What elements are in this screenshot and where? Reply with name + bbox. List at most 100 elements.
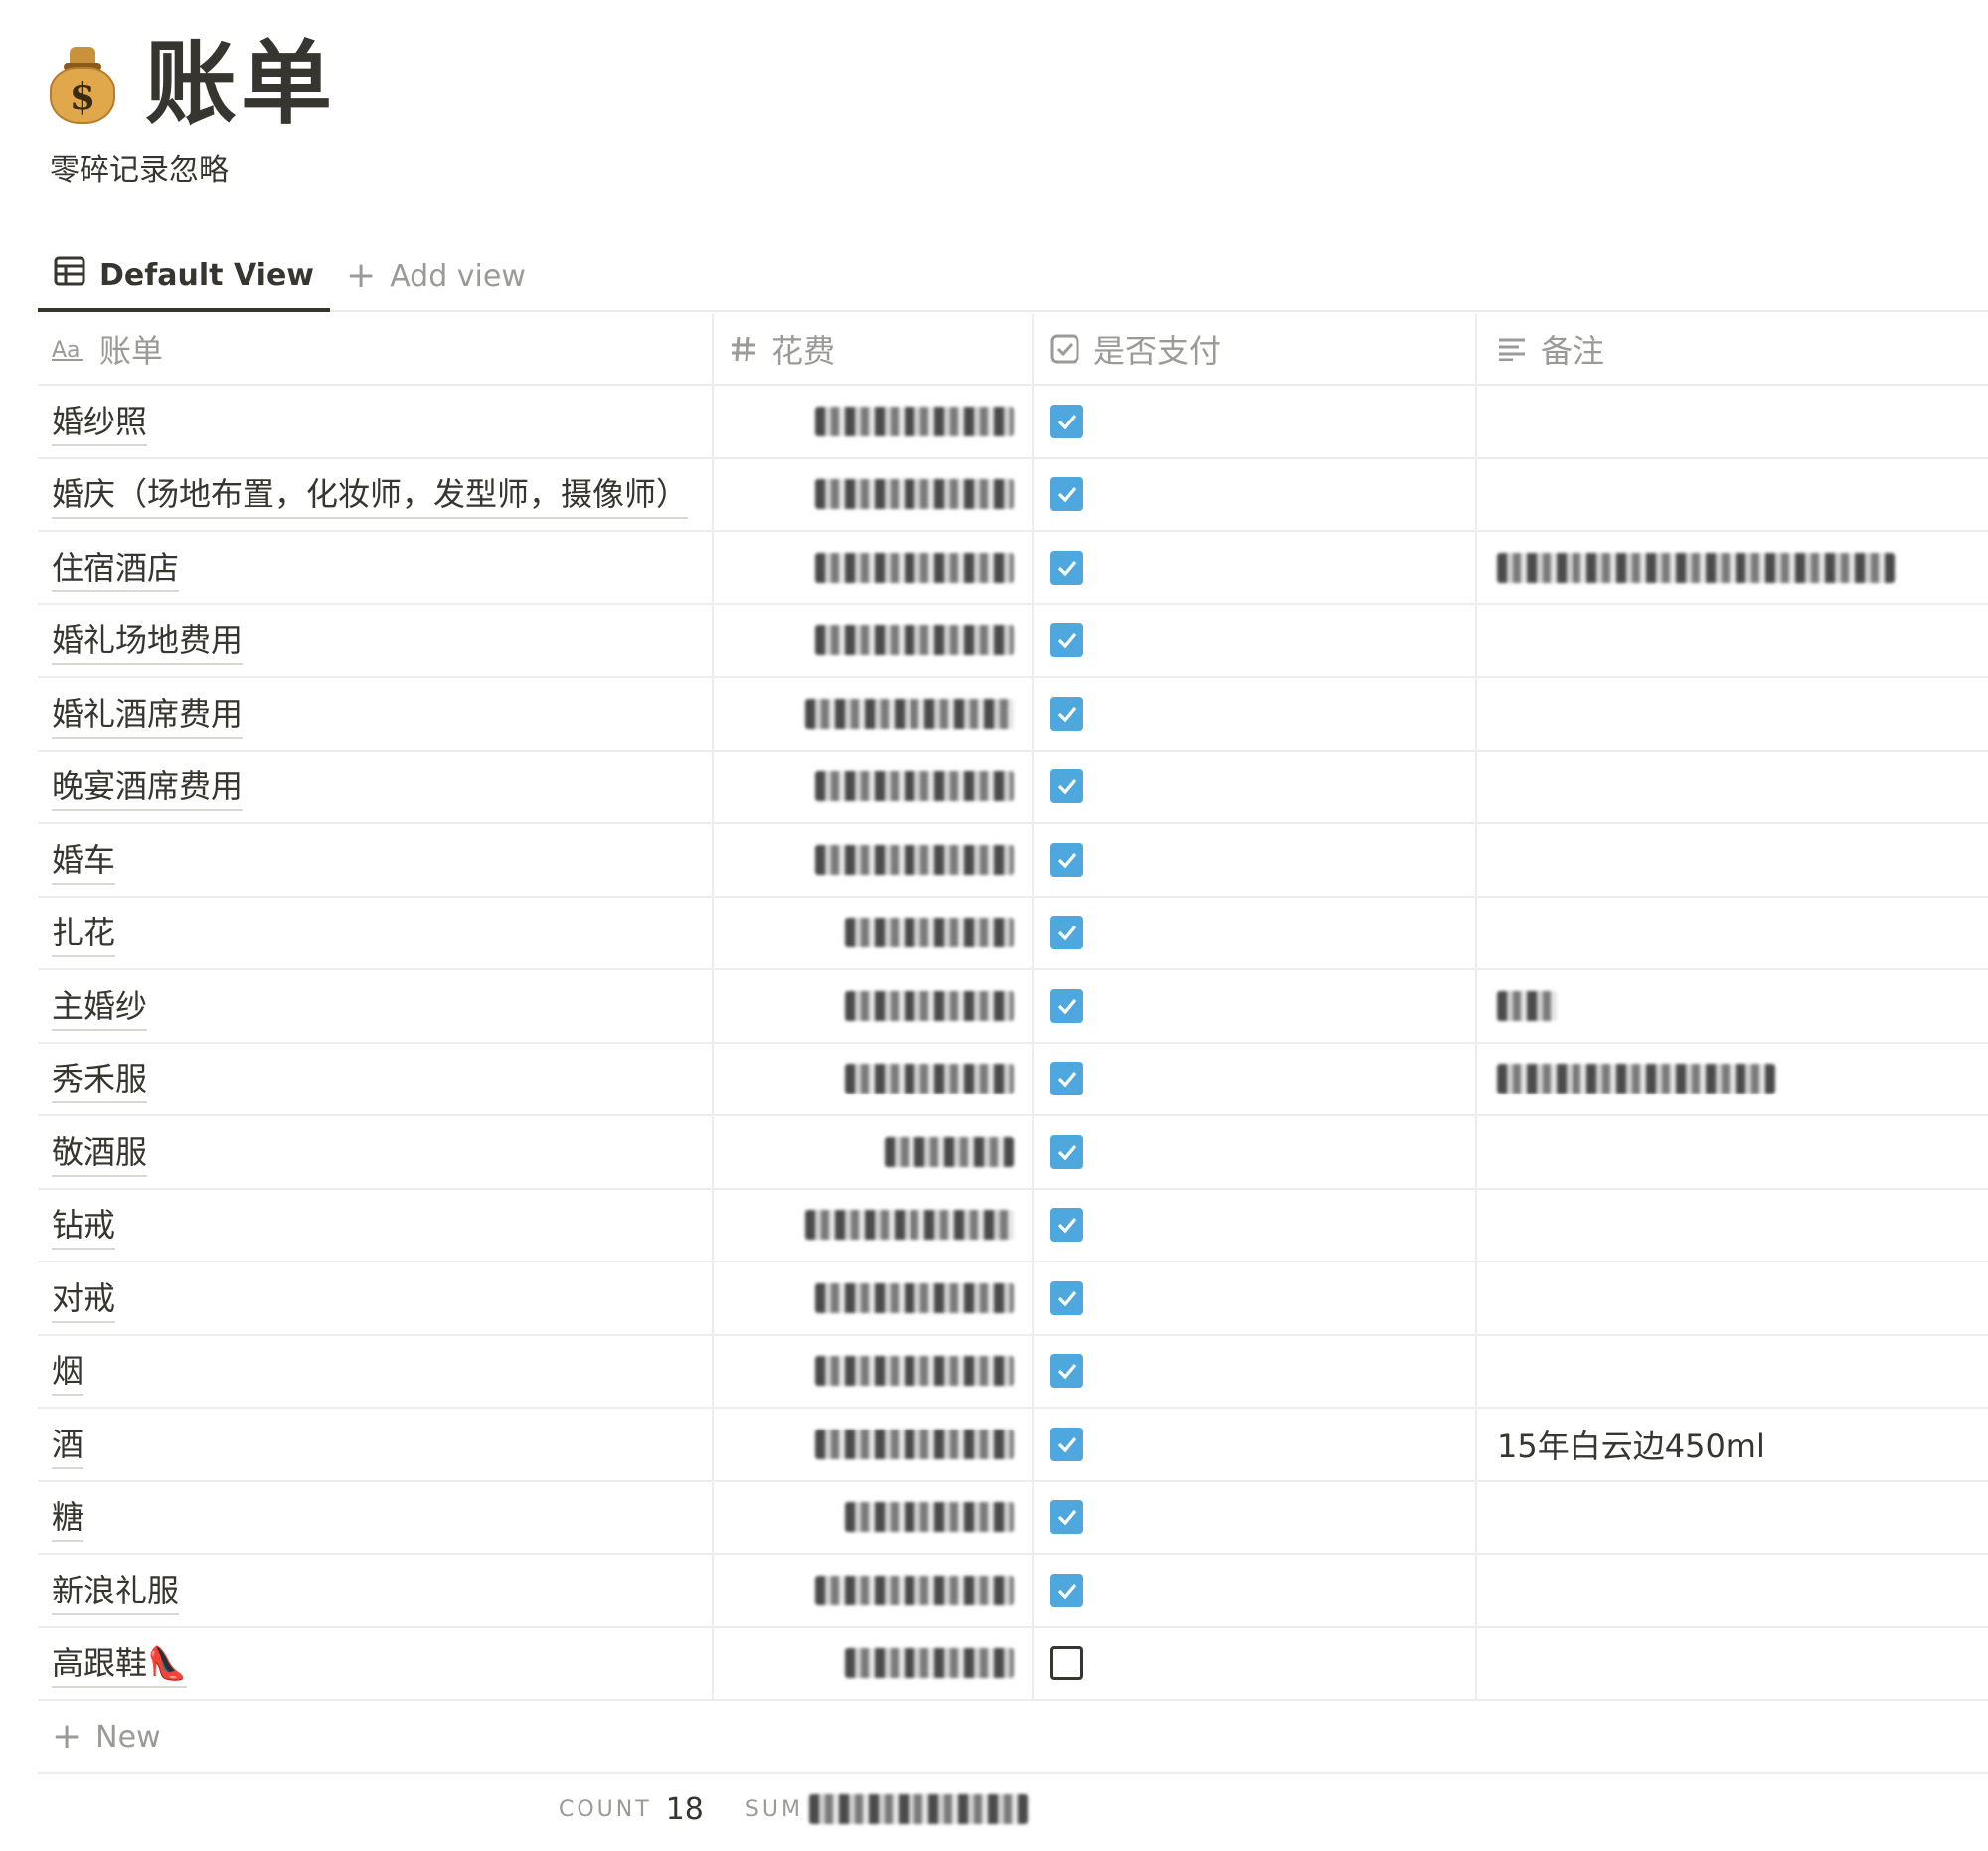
checked-checkbox[interactable] bbox=[1050, 477, 1083, 512]
checked-checkbox[interactable] bbox=[1050, 1134, 1083, 1169]
cell-name[interactable]: 住宿酒店 bbox=[38, 532, 714, 603]
money-bag-icon[interactable]: $ bbox=[50, 43, 115, 126]
cell-note[interactable] bbox=[1477, 1336, 1988, 1408]
cell-name[interactable]: 扎花 bbox=[38, 897, 714, 968]
checked-checkbox[interactable] bbox=[1050, 1280, 1083, 1315]
table-row[interactable]: 秀禾服 bbox=[38, 1043, 1988, 1116]
cell-name[interactable]: 婚礼场地费用 bbox=[38, 604, 714, 676]
cell-cost[interactable] bbox=[714, 604, 1034, 676]
table-row[interactable]: 扎花 bbox=[38, 897, 1988, 970]
checked-checkbox[interactable] bbox=[1050, 550, 1083, 585]
checked-checkbox[interactable] bbox=[1050, 842, 1083, 877]
checked-checkbox[interactable] bbox=[1050, 1208, 1083, 1243]
checked-checkbox[interactable] bbox=[1050, 916, 1083, 950]
table-row[interactable]: 钻戒 bbox=[38, 1189, 1988, 1262]
sum-calculation[interactable]: SUM bbox=[746, 1794, 1028, 1824]
checked-checkbox[interactable] bbox=[1050, 1354, 1083, 1389]
cell-cost[interactable] bbox=[714, 751, 1034, 822]
checked-checkbox[interactable] bbox=[1050, 769, 1083, 804]
table-row[interactable]: 婚车 bbox=[38, 824, 1988, 898]
table-row[interactable]: 婚庆（场地布置，化妆师，发型师，摄像师） bbox=[38, 458, 1988, 532]
table-row[interactable]: 婚礼酒席费用 bbox=[38, 678, 1988, 752]
table-row[interactable]: 敬酒服 bbox=[38, 1116, 1988, 1190]
cell-name[interactable]: 高跟鞋👠 bbox=[38, 1627, 714, 1699]
cell-cost[interactable] bbox=[714, 897, 1034, 968]
cell-note[interactable] bbox=[1477, 532, 1988, 603]
checked-checkbox[interactable] bbox=[1050, 1062, 1083, 1096]
table-row[interactable]: 高跟鞋👠 bbox=[38, 1627, 1988, 1701]
cell-cost[interactable] bbox=[714, 1481, 1034, 1553]
cell-note[interactable] bbox=[1477, 1555, 1988, 1626]
cell-name[interactable]: 酒 bbox=[38, 1409, 714, 1480]
checked-checkbox[interactable] bbox=[1050, 1427, 1083, 1461]
table-row[interactable]: 对戒 bbox=[38, 1262, 1988, 1336]
cell-name[interactable]: 新浪礼服 bbox=[38, 1555, 714, 1626]
cell-cost[interactable] bbox=[714, 1043, 1034, 1114]
cell-cost[interactable] bbox=[714, 1116, 1034, 1188]
table-row[interactable]: 婚礼场地费用 bbox=[38, 604, 1988, 678]
table-row[interactable]: 住宿酒店 bbox=[38, 532, 1988, 605]
cell-note[interactable] bbox=[1477, 970, 1988, 1042]
cell-name[interactable]: 婚礼酒席费用 bbox=[38, 678, 714, 750]
table-row[interactable]: 新浪礼服 bbox=[38, 1555, 1988, 1628]
cell-name[interactable]: 糖 bbox=[38, 1481, 714, 1553]
cell-cost[interactable] bbox=[714, 1555, 1034, 1626]
column-header-paid[interactable]: 是否支付 bbox=[1034, 314, 1477, 384]
unchecked-checkbox[interactable] bbox=[1050, 1646, 1083, 1681]
cell-note[interactable] bbox=[1477, 1262, 1988, 1334]
cell-name[interactable]: 秀禾服 bbox=[38, 1043, 714, 1114]
table-row[interactable]: 糖 bbox=[38, 1481, 1988, 1555]
cell-cost[interactable] bbox=[714, 386, 1034, 457]
cell-cost[interactable] bbox=[714, 458, 1034, 530]
cell-cost[interactable] bbox=[714, 824, 1034, 896]
cell-name[interactable]: 婚庆（场地布置，化妆师，发型师，摄像师） bbox=[38, 458, 714, 530]
table-row[interactable]: 主婚纱 bbox=[38, 970, 1988, 1044]
count-calculation[interactable]: COUNT 18 bbox=[559, 1792, 704, 1827]
table-row[interactable]: 烟 bbox=[38, 1335, 1988, 1409]
cell-note[interactable]: 15年白云边450ml bbox=[1477, 1409, 1988, 1480]
cell-note[interactable] bbox=[1477, 898, 1988, 969]
cell-name[interactable]: 烟 bbox=[38, 1335, 714, 1407]
cell-name[interactable]: 对戒 bbox=[38, 1262, 714, 1334]
cell-note[interactable] bbox=[1477, 386, 1988, 457]
cell-cost[interactable] bbox=[714, 1335, 1034, 1407]
table-row[interactable]: 酒 15年白云边450ml bbox=[38, 1409, 1988, 1482]
cell-cost[interactable] bbox=[714, 1262, 1034, 1334]
cell-name[interactable]: 钻戒 bbox=[38, 1189, 714, 1261]
cell-note[interactable] bbox=[1477, 752, 1988, 823]
cell-cost[interactable] bbox=[714, 1627, 1034, 1699]
cell-name[interactable]: 晚宴酒席费用 bbox=[38, 751, 714, 822]
cell-cost[interactable] bbox=[714, 1189, 1034, 1261]
checked-checkbox[interactable] bbox=[1050, 1500, 1083, 1535]
cell-name[interactable]: 婚车 bbox=[38, 824, 714, 896]
checked-checkbox[interactable] bbox=[1050, 696, 1083, 731]
cell-note[interactable] bbox=[1477, 605, 1988, 677]
page-title[interactable]: 账单 bbox=[145, 39, 336, 130]
cell-cost[interactable] bbox=[714, 678, 1034, 750]
checked-checkbox[interactable] bbox=[1050, 988, 1083, 1023]
cell-note[interactable] bbox=[1477, 459, 1988, 531]
cell-name[interactable]: 婚纱照 bbox=[38, 386, 714, 457]
cell-cost[interactable] bbox=[714, 532, 1034, 603]
checked-checkbox[interactable] bbox=[1050, 623, 1083, 658]
table-row[interactable]: 晚宴酒席费用 bbox=[38, 751, 1988, 824]
page-description[interactable]: 零碎记录忽略 bbox=[50, 145, 229, 189]
cell-note[interactable] bbox=[1477, 1116, 1988, 1188]
tab-default-view[interactable]: Default View bbox=[38, 243, 331, 312]
checked-checkbox[interactable] bbox=[1050, 1573, 1083, 1607]
cell-note[interactable] bbox=[1477, 1628, 1988, 1700]
column-header-cost[interactable]: 花费 bbox=[714, 314, 1034, 384]
column-header-name[interactable]: Aa 账单 bbox=[38, 314, 714, 384]
table-row[interactable]: 婚纱照 bbox=[38, 386, 1988, 459]
cell-name[interactable]: 主婚纱 bbox=[38, 970, 714, 1042]
cell-note[interactable] bbox=[1477, 1482, 1988, 1554]
column-header-note[interactable]: 备注 bbox=[1477, 314, 1988, 384]
add-row-button[interactable]: + New bbox=[38, 1701, 1988, 1774]
add-view-button[interactable]: + Add view bbox=[330, 243, 542, 310]
cell-note[interactable] bbox=[1477, 1044, 1988, 1115]
cell-note[interactable] bbox=[1477, 678, 1988, 750]
cell-name[interactable]: 敬酒服 bbox=[38, 1116, 714, 1188]
checked-checkbox[interactable] bbox=[1050, 404, 1083, 438]
cell-note[interactable] bbox=[1477, 824, 1988, 896]
cell-cost[interactable] bbox=[714, 970, 1034, 1042]
